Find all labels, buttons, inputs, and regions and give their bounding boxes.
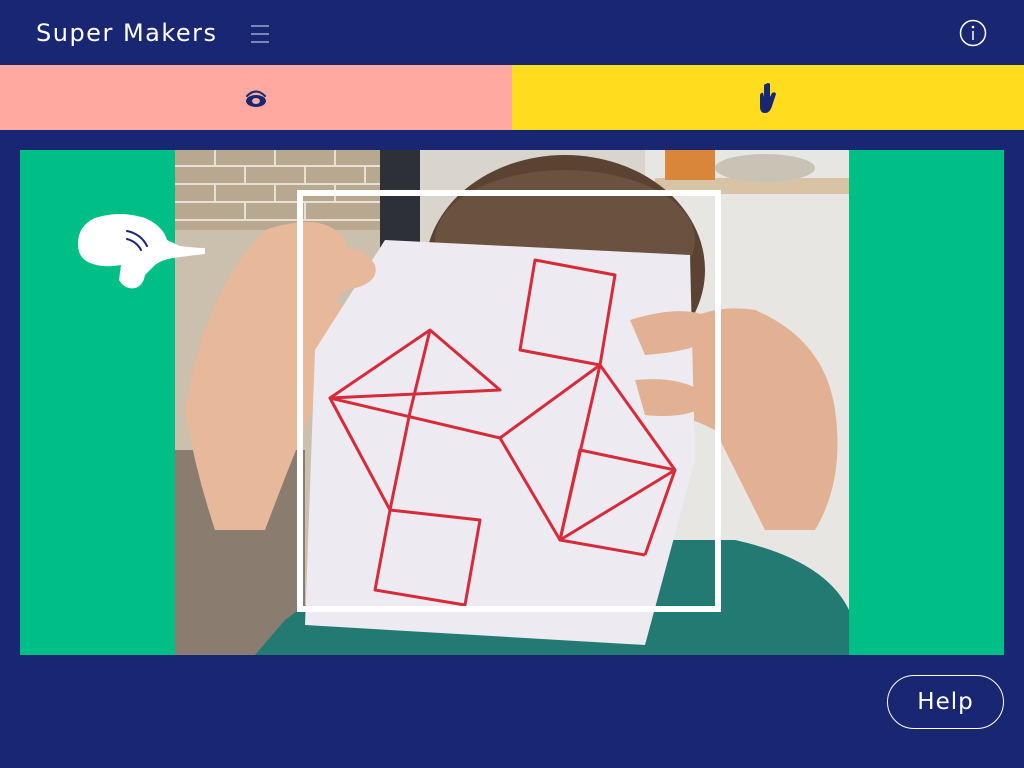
capture-frame <box>297 190 721 612</box>
pointing-hand-icon <box>77 214 205 289</box>
hamburger-icon <box>251 25 269 43</box>
info-button[interactable] <box>958 18 988 48</box>
eye-icon <box>246 90 266 107</box>
video-stage <box>20 150 1004 655</box>
app-header: Super Makers <box>0 0 1024 65</box>
menu-button[interactable] <box>246 20 274 48</box>
hand-icon <box>760 82 776 113</box>
info-icon <box>959 19 987 47</box>
tab-make[interactable] <box>512 65 1024 130</box>
tab-look[interactable] <box>0 65 512 130</box>
help-button[interactable]: Help <box>887 675 1004 729</box>
app-title: Super Makers <box>36 19 218 47</box>
